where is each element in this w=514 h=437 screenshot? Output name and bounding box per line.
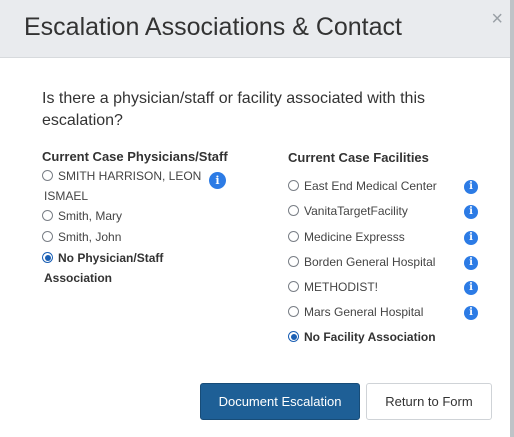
physician-radio-selected[interactable]: [42, 252, 53, 263]
physicians-heading: Current Case Physicians/Staff: [42, 149, 228, 164]
facility-radio[interactable]: [288, 180, 299, 191]
facility-label: No Facility Association: [304, 330, 436, 344]
physician-option-smith-john[interactable]: Smith, John: [42, 227, 121, 247]
facility-radio[interactable]: [288, 306, 299, 317]
info-icon[interactable]: i: [464, 281, 478, 295]
physician-option-none[interactable]: No Physician/Staff Association: [42, 248, 212, 288]
physician-radio[interactable]: [42, 210, 53, 221]
document-escalation-button[interactable]: Document Escalation: [200, 383, 360, 420]
facility-radio[interactable]: [288, 281, 299, 292]
return-to-form-button[interactable]: Return to Form: [366, 383, 492, 420]
facility-label: East End Medical Center: [304, 179, 437, 193]
physician-label: No Physician/Staff Association: [44, 251, 164, 285]
association-question: Is there a physician/staff or facility a…: [42, 90, 425, 129]
physician-label: Smith, Mary: [58, 209, 123, 223]
info-icon[interactable]: i: [464, 306, 478, 320]
facility-radio-selected[interactable]: [288, 331, 299, 342]
facility-radio[interactable]: [288, 256, 299, 267]
dialog-header: Escalation Associations & Contact ×: [0, 0, 514, 58]
close-icon[interactable]: ×: [491, 8, 503, 31]
facilities-heading: Current Case Facilities: [288, 150, 429, 165]
facility-option-mars[interactable]: Mars General Hospital: [288, 302, 423, 322]
info-icon[interactable]: i: [464, 205, 478, 219]
facility-option-vanita[interactable]: VanitaTargetFacility: [288, 201, 408, 221]
physician-label: Smith, John: [58, 230, 122, 244]
facility-label: METHODIST!: [304, 280, 378, 294]
facility-option-none[interactable]: No Facility Association: [288, 327, 436, 347]
info-icon[interactable]: i: [209, 172, 226, 189]
dialog-title: Escalation Associations & Contact: [24, 13, 402, 41]
info-icon[interactable]: i: [464, 231, 478, 245]
facility-label: Mars General Hospital: [304, 305, 424, 319]
backdrop-edge: [510, 0, 514, 437]
facility-radio[interactable]: [288, 231, 299, 242]
physician-option-smith-mary[interactable]: Smith, Mary: [42, 206, 122, 226]
facility-option-methodist[interactable]: METHODIST!: [288, 277, 378, 297]
info-icon[interactable]: i: [464, 256, 478, 270]
facility-radio[interactable]: [288, 205, 299, 216]
facility-option-east-end[interactable]: East End Medical Center: [288, 176, 437, 196]
physician-option-smith-harrison[interactable]: SMITH HARRISON, LEON ISMAEL: [42, 166, 212, 206]
facility-option-medicine-express[interactable]: Medicine Expresss: [288, 227, 405, 247]
info-icon[interactable]: i: [464, 180, 478, 194]
physician-radio[interactable]: [42, 170, 53, 181]
facility-option-borden[interactable]: Borden General Hospital: [288, 252, 435, 272]
facility-label: Borden General Hospital: [304, 255, 436, 269]
facility-label: VanitaTargetFacility: [304, 204, 408, 218]
facility-label: Medicine Expresss: [304, 230, 405, 244]
physician-label: SMITH HARRISON, LEON ISMAEL: [44, 169, 202, 203]
physician-radio[interactable]: [42, 231, 53, 242]
